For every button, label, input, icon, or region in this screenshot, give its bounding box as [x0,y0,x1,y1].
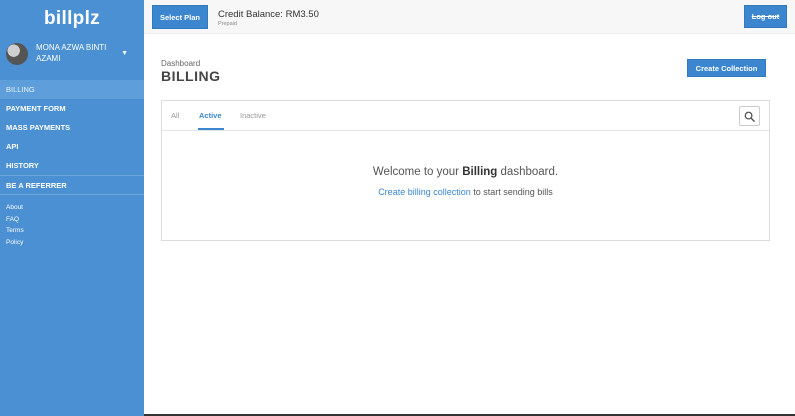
main-content: Dashboard BILLING Create Collection All … [144,34,795,416]
active-tab-indicator [198,128,224,130]
credit-balance-type: Prepaid [218,21,237,27]
search-button[interactable] [739,106,760,126]
tab-bar: All Active Inactive [162,101,769,131]
tab-all[interactable]: All [171,111,179,120]
link-faq[interactable]: FAQ [6,214,138,226]
logo[interactable]: billplz [0,0,144,38]
welcome-message: Welcome to your Billing dashboard. [162,166,769,178]
sidebar-item-mass-payments[interactable]: MASS PAYMENTS [0,118,144,137]
user-name: MONA AZWA BINTI AZAMI [36,43,107,63]
welcome-bold: Billing [462,166,498,178]
sidebar: billplz MONA AZWA BINTI AZAMI ▼ BILLING … [0,0,144,416]
link-about[interactable]: About [6,202,138,214]
link-terms[interactable]: Terms [6,225,138,237]
tab-active[interactable]: Active [199,111,222,120]
search-icon [744,111,755,122]
billing-panel: All Active Inactive Welcome to your Bill… [161,100,770,241]
user-menu[interactable]: MONA AZWA BINTI AZAMI ▼ [0,38,144,80]
avatar [6,43,28,65]
empty-state-hint: Create billing collection to start sendi… [162,187,769,197]
credit-balance-title: Credit Balance: RM3.50 [218,9,319,20]
logout-button[interactable]: Log out [744,5,787,28]
sidebar-footer-links: About FAQ Terms Policy [0,195,144,248]
credit-balance: Credit Balance: RM3.50 Prepaid [218,9,319,27]
select-plan-button[interactable]: Select Plan [152,5,208,29]
tab-inactive[interactable]: Inactive [240,111,266,120]
sidebar-item-referrer[interactable]: BE A REFERRER [0,176,144,194]
sidebar-item-api[interactable]: API [0,137,144,156]
create-billing-collection-link[interactable]: Create billing collection [378,187,471,197]
caret-down-icon[interactable]: ▼ [121,50,128,57]
welcome-prefix: Welcome to your [372,166,459,178]
page-title: BILLING [161,68,221,84]
topbar: Select Plan Credit Balance: RM3.50 Prepa… [144,0,795,34]
welcome-suffix: dashboard. [500,166,559,178]
sidebar-item-history[interactable]: HISTORY [0,156,144,175]
hint-text: to start sending bills [473,187,553,197]
create-collection-button[interactable]: Create Collection [687,59,766,77]
sidebar-item-payment-form[interactable]: PAYMENT FORM [0,99,144,118]
logout-label: Log out [751,12,780,21]
sidebar-item-billing[interactable]: BILLING [0,80,144,99]
breadcrumb[interactable]: Dashboard [161,59,200,68]
link-policy[interactable]: Policy [6,237,138,249]
